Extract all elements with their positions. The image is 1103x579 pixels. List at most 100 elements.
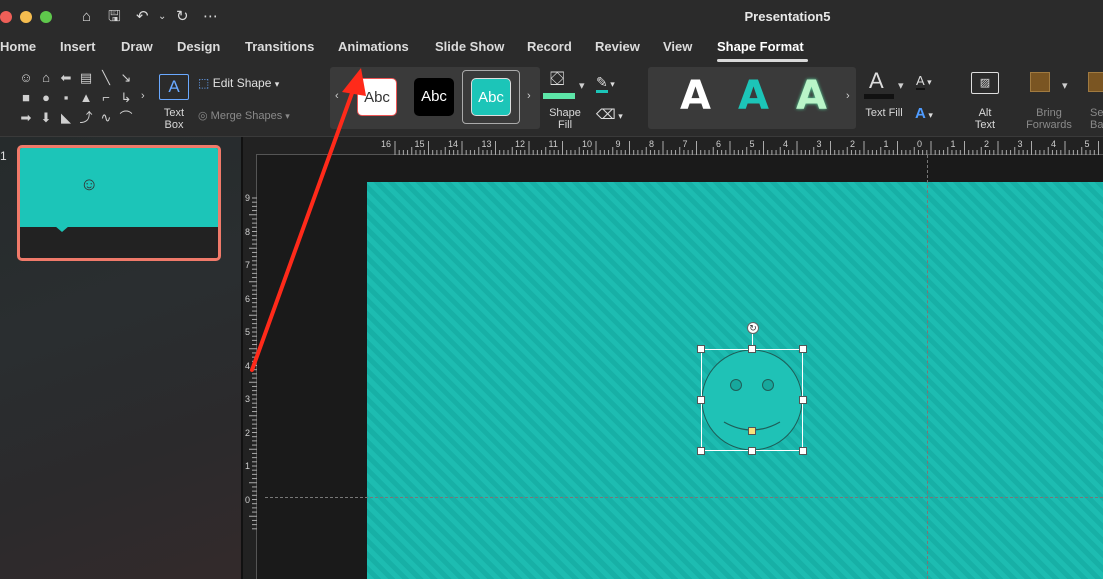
ruler-label: 6	[716, 139, 722, 149]
line-shape-icon[interactable]: ╲	[98, 70, 114, 86]
resize-handle-bottom-right[interactable]	[799, 447, 807, 455]
ruler-label: 3	[816, 139, 822, 149]
thumbnail-smiley-icon: ☺	[80, 174, 99, 194]
resize-handle-left[interactable]	[697, 396, 705, 404]
arrow-right-shape-icon[interactable]: ➡	[18, 110, 34, 126]
bring-forwards-icon	[1030, 72, 1050, 92]
text-shape-icon[interactable]: ▤	[78, 70, 94, 86]
horizontal-guide[interactable]	[265, 497, 1103, 498]
tab-view[interactable]: View	[663, 39, 692, 54]
shape-outline-button[interactable]: ✎ ▾	[596, 74, 615, 93]
arrow-line-shape-icon[interactable]: ↘	[118, 70, 134, 86]
redo-icon[interactable]: ↻	[176, 8, 189, 26]
send-backward-icon	[1088, 72, 1103, 92]
style-swatch-black[interactable]: Abc	[414, 78, 454, 116]
eraser-icon: ⌫	[596, 106, 616, 122]
resize-handle-right[interactable]	[799, 396, 807, 404]
resize-handle-top-left[interactable]	[697, 345, 705, 353]
text-fill-color-bar	[864, 94, 894, 99]
elbow-connector-shape-icon[interactable]: ⌐	[98, 90, 114, 106]
curve-shape-icon[interactable]: ⌒	[118, 110, 134, 126]
ruler-label: 5	[245, 327, 251, 337]
wordart-next-chevron-icon[interactable]: ›	[846, 90, 850, 102]
triangle-shape-icon[interactable]: ▲	[78, 90, 94, 106]
ruler-label: 5	[749, 139, 755, 149]
house-shape-icon[interactable]: ⌂	[38, 70, 54, 86]
oval-shape-icon[interactable]: ●	[38, 90, 54, 106]
resize-handle-top[interactable]	[748, 345, 756, 353]
rotate-handle-icon[interactable]: ↻	[747, 322, 759, 334]
tab-home[interactable]: Home	[0, 39, 36, 54]
tab-record[interactable]: Record	[527, 39, 572, 54]
ruler-label: 4	[783, 139, 789, 149]
paint-bucket-icon: ⛋	[550, 69, 565, 90]
ruler-label: 6	[245, 293, 251, 304]
edit-shape-icon: ⬚	[198, 76, 210, 90]
edit-shape-button[interactable]: ⬚ Edit Shape ▾	[198, 76, 279, 90]
ruler-label: 8	[245, 226, 251, 237]
vertical-guide[interactable]	[927, 155, 928, 579]
shape-effects-button[interactable]: ⌫ ▾	[596, 106, 623, 123]
ribbon: ☺ ⌂ ⬅ ▤ ╲ ↘ ■ ● ▪ ▲ ⌐ ↳ ➡ ⬇ ◣ ⤴ ∿ ⌒ › A …	[0, 62, 1103, 137]
wordart-style-teal[interactable]: A	[738, 74, 769, 118]
ribbon-tabs: Home Insert Draw Design Transitions Anim…	[0, 34, 1103, 62]
elbow-arrow-shape-icon[interactable]: ↳	[118, 90, 134, 106]
save-icon[interactable]: 🖫	[108, 8, 121, 26]
close-window-button[interactable]	[0, 11, 12, 23]
styles-prev-chevron-icon[interactable]: ‹	[335, 90, 339, 102]
text-box-icon: A	[159, 74, 189, 100]
ruler-label: 11	[548, 139, 558, 149]
merge-shapes-icon: ◎	[198, 110, 208, 122]
resize-handle-top-right[interactable]	[799, 345, 807, 353]
maximize-window-button[interactable]	[40, 11, 52, 23]
arrow-down-shape-icon[interactable]: ⬇	[38, 110, 54, 126]
undo-icon[interactable]: ↶	[136, 8, 149, 26]
ruler-label: 13	[481, 139, 492, 149]
wordart-style-glow[interactable]: A	[796, 74, 827, 118]
shape-fill-label: Shape Fill	[549, 107, 581, 131]
minimize-window-button[interactable]	[20, 11, 32, 23]
slide-number: 1	[0, 149, 7, 163]
smiley-shape-icon[interactable]: ☺	[18, 70, 34, 86]
style-swatch-outline[interactable]: Abc	[357, 78, 397, 116]
tab-slide-show[interactable]: Slide Show	[435, 39, 504, 54]
alt-text-icon: ▨	[971, 72, 999, 94]
wordart-style-white[interactable]: A	[680, 74, 711, 118]
rounded-rect-shape-icon[interactable]: ▪	[58, 90, 74, 106]
slide-thumbnail-pane: 1 ☺	[0, 137, 241, 579]
tab-insert[interactable]: Insert	[60, 39, 95, 54]
ruler-label: 14	[448, 139, 459, 149]
text-effects-button[interactable]: A ▾	[915, 105, 933, 122]
shapes-more-chevron-icon[interactable]: ›	[141, 90, 145, 102]
tab-design[interactable]: Design	[177, 39, 220, 54]
slide-thumbnail-1[interactable]: ☺	[17, 145, 221, 261]
selection-box	[701, 349, 803, 451]
style-swatch-teal[interactable]: Abc	[471, 78, 511, 116]
tab-draw[interactable]: Draw	[121, 39, 153, 54]
window-title: Presentation5	[744, 9, 831, 24]
merge-shapes-label: Merge Shapes	[210, 110, 283, 122]
adjust-handle[interactable]	[748, 427, 756, 435]
ruler-label: 16	[381, 139, 392, 149]
tab-review[interactable]: Review	[595, 39, 640, 54]
arrow-left-shape-icon[interactable]: ⬅	[58, 70, 74, 86]
ruler-label: 8	[649, 139, 655, 149]
rectangle-shape-icon[interactable]: ■	[18, 90, 34, 106]
tab-transitions[interactable]: Transitions	[245, 39, 314, 54]
merge-shapes-chevron-icon: ▾	[285, 111, 290, 121]
edit-shape-label: Edit Shape	[212, 76, 272, 90]
scribble-shape-icon[interactable]: ∿	[98, 110, 114, 126]
merge-shapes-button[interactable]: ◎ Merge Shapes ▾	[198, 109, 290, 122]
text-outline-button[interactable]: A ▾	[916, 73, 932, 90]
tab-shape-format[interactable]: Shape Format	[717, 39, 804, 54]
resize-handle-bottom[interactable]	[748, 447, 756, 455]
freeform-shape-icon[interactable]: ⤴	[78, 110, 94, 126]
ruler-label: 1	[950, 139, 956, 149]
home-icon[interactable]: ⌂	[82, 8, 91, 26]
styles-next-chevron-icon[interactable]: ›	[527, 90, 531, 102]
undo-dropdown-icon[interactable]: ⌄	[158, 8, 166, 26]
callout-shape-icon[interactable]: ◣	[58, 110, 74, 126]
more-icon[interactable]: ⋯	[203, 8, 218, 26]
tab-animations[interactable]: Animations	[338, 39, 409, 54]
resize-handle-bottom-left[interactable]	[697, 447, 705, 455]
